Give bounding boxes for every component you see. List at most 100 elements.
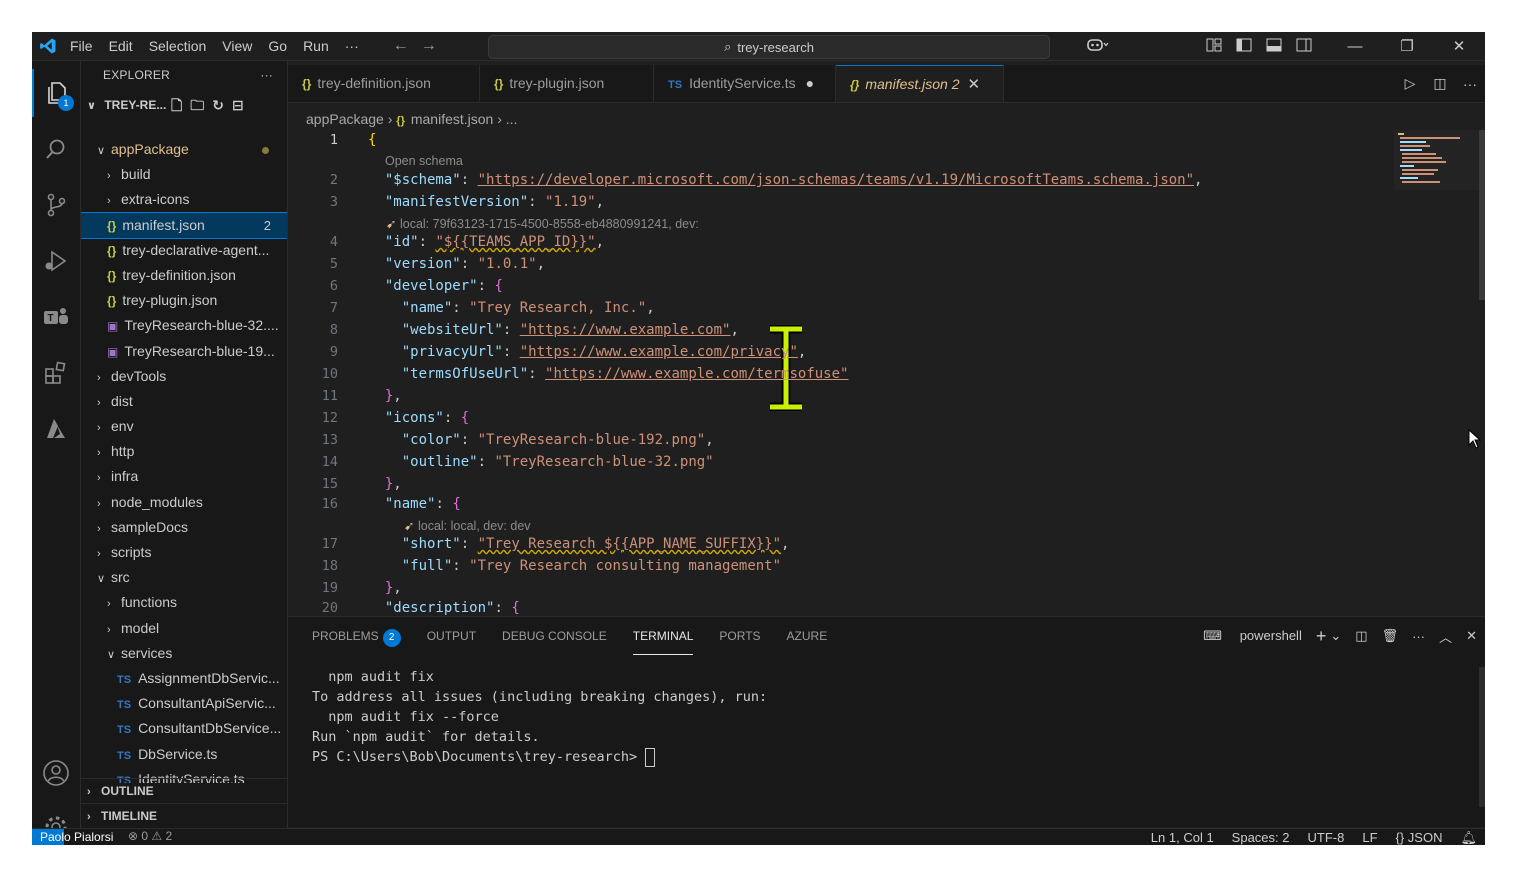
open-schema-codelens[interactable]: Open schema (385, 154, 463, 168)
code-editor[interactable]: Open schema ➹ local: 79f63123-1715-4500-… (288, 130, 1485, 616)
timeline-section[interactable]: › TIMELINE (81, 803, 287, 828)
code-line[interactable]: "short": "Trey Research ${{APP_NAME_SUFF… (368, 536, 790, 552)
chevron-down-icon[interactable]: ⌄ (1330, 628, 1341, 644)
teams-toolkit-icon[interactable]: T (32, 293, 80, 341)
tree-item-scripts[interactable]: › scripts (81, 540, 287, 565)
code-line[interactable]: "color": "TreyResearch-blue-192.png", (368, 432, 714, 448)
tree-item-trey-plugin-json[interactable]: {} trey-plugin.json (81, 288, 287, 313)
menu-run[interactable]: Run (295, 32, 337, 60)
extensions-icon[interactable] (32, 349, 80, 397)
code-line[interactable]: "name": "Trey Research, Inc.", (368, 300, 655, 316)
menu-file[interactable]: File (62, 32, 101, 60)
toggle-secondary-sidebar-icon[interactable] (1289, 38, 1319, 55)
tab-manifest[interactable]: {} manifest.json 2 ✕ (836, 65, 1004, 102)
menu-edit[interactable]: Edit (101, 32, 141, 60)
tree-item-build[interactable]: › build (81, 162, 287, 187)
code-line[interactable]: "developer": { (368, 278, 503, 294)
tree-item-model[interactable]: › model (81, 616, 287, 641)
code-line[interactable]: { (368, 132, 376, 148)
code-line[interactable]: "full": "Trey Research consulting manage… (368, 558, 781, 574)
tree-item-node-modules[interactable]: › node_modules (81, 490, 287, 515)
tree-item-services[interactable]: ∨ services (81, 641, 287, 666)
terminal-output[interactable]: npm audit fix To address all issues (incl… (312, 667, 767, 767)
tree-item-src[interactable]: ∨ src (81, 565, 287, 590)
code-line[interactable]: }, (368, 580, 402, 596)
terminal-scrollbar[interactable] (1479, 667, 1485, 807)
explorer-more-actions-icon[interactable]: ··· (260, 61, 273, 89)
tab-problems[interactable]: PROBLEMS 2 (312, 617, 401, 655)
code-line[interactable]: "privacyUrl": "https://www.example.com/p… (368, 344, 807, 360)
tree-item-functions[interactable]: › functions (81, 590, 287, 615)
files-icon[interactable]: 1 (32, 69, 82, 117)
tab-terminal[interactable]: TERMINAL (632, 617, 694, 655)
workspace-root-header[interactable]: ∨ TREY-RE... 🗋🗀↻⊟ (81, 93, 287, 117)
code-line[interactable]: "id": "${{TEAMS_APP_ID}}", (368, 234, 604, 250)
menu-view[interactable]: View (214, 32, 260, 60)
minimize-icon[interactable]: — (1329, 38, 1381, 55)
maximize-panel-chevron-up-icon[interactable]: ︿ (1439, 627, 1452, 646)
customize-layout-icon[interactable] (1199, 38, 1229, 55)
code-line[interactable]: "termsOfUseUrl": "https://www.example.co… (368, 366, 849, 382)
code-line[interactable]: }, (368, 476, 402, 492)
problems-status[interactable]: ⊗ 0 ⚠ 2 (128, 829, 172, 843)
indentation[interactable]: Spaces: 2 (1232, 830, 1290, 845)
back-arrow-icon[interactable]: ← (387, 37, 415, 55)
tree-item-devtools[interactable]: › devTools (81, 364, 287, 389)
tree-item-treyresearch-blue-19[interactable]: ▣ TreyResearch-blue-19... (81, 339, 287, 364)
close-panel-icon[interactable]: ✕ (1466, 628, 1477, 644)
close-window-icon[interactable]: ✕ (1433, 37, 1485, 55)
tree-item-extra-icons[interactable]: › extra-icons (81, 187, 287, 212)
split-terminal-icon[interactable]: ◫ (1355, 628, 1367, 644)
editor-more-actions-icon[interactable]: ··· (1455, 76, 1485, 92)
tab-ports[interactable]: PORTS (719, 617, 760, 655)
tab-output[interactable]: OUTPUT (427, 617, 476, 655)
code-line[interactable]: "websiteUrl": "https://www.example.com", (368, 322, 739, 338)
menu-more[interactable]: ··· (337, 32, 367, 60)
copilot-icon[interactable] (1075, 38, 1121, 55)
terminal-shell-selector[interactable]: ⌨ powershell (1189, 628, 1302, 644)
editor-scrollbar[interactable] (1479, 130, 1485, 300)
tree-item-apppackage[interactable]: ∨ appPackage (81, 137, 287, 162)
close-tab-icon[interactable]: ✕ (968, 76, 981, 93)
tab-debug-console[interactable]: DEBUG CONSOLE (502, 617, 607, 655)
tree-item-env[interactable]: › env (81, 414, 287, 439)
tree-item-dbservice-ts[interactable]: TS DbService.ts (81, 742, 287, 767)
panel-more-actions-icon[interactable]: ··· (1412, 629, 1425, 644)
tab-trey-plugin[interactable]: {} trey-plugin.json (480, 65, 654, 102)
tab-azure[interactable]: AZURE (787, 617, 828, 655)
breadcrumb-file[interactable]: manifest.json (411, 111, 493, 127)
code-line[interactable]: "icons": { (368, 410, 469, 426)
tree-item-consultantdbservice[interactable]: TS ConsultantDbService... (81, 716, 287, 741)
azure-icon[interactable] (32, 405, 80, 453)
search-icon[interactable] (32, 125, 80, 173)
refresh-icon[interactable]: ↻ (212, 97, 232, 113)
breadcrumb-folder[interactable]: appPackage (306, 111, 384, 127)
tree-item-http[interactable]: › http (81, 439, 287, 464)
run-icon[interactable]: ▷ (1395, 75, 1425, 92)
kill-terminal-trash-icon[interactable]: 🗑 (1382, 628, 1399, 644)
notifications-bell-icon[interactable]: 🔔︎ (1460, 830, 1477, 846)
forward-arrow-icon[interactable]: → (415, 37, 443, 55)
tree-item-trey-declarative-agent[interactable]: {} trey-declarative-agent... (81, 238, 287, 263)
accounts-icon[interactable] (32, 749, 80, 797)
tree-item-dist[interactable]: › dist (81, 389, 287, 414)
end-of-line[interactable]: LF (1362, 830, 1377, 845)
code-line[interactable]: "description": { (368, 600, 520, 616)
tree-item-treyresearch-blue-32[interactable]: ▣ TreyResearch-blue-32.... (81, 313, 287, 338)
cursor-position[interactable]: Ln 1, Col 1 (1151, 830, 1214, 845)
breadcrumb-symbol[interactable]: ... (506, 111, 518, 127)
language-mode[interactable]: {} JSON (1396, 830, 1443, 845)
run-debug-icon[interactable] (32, 237, 80, 285)
menu-selection[interactable]: Selection (141, 32, 215, 60)
tree-item-trey-definition-json[interactable]: {} trey-definition.json (81, 263, 287, 288)
tree-item-sampledocs[interactable]: › sampleDocs (81, 515, 287, 540)
code-line[interactable]: "version": "1.0.1", (368, 256, 545, 272)
tree-item-infra[interactable]: › infra (81, 464, 287, 489)
code-line[interactable]: "$schema": "https://developer.microsoft.… (368, 172, 1203, 188)
toggle-panel-icon[interactable] (1259, 38, 1289, 55)
code-line[interactable]: "name": { (368, 496, 461, 512)
source-control-icon[interactable] (32, 181, 80, 229)
minimap[interactable] (1394, 130, 1480, 190)
tab-identity-service[interactable]: TS IdentityService.ts ● (654, 65, 836, 102)
toggle-primary-sidebar-icon[interactable] (1229, 38, 1259, 55)
